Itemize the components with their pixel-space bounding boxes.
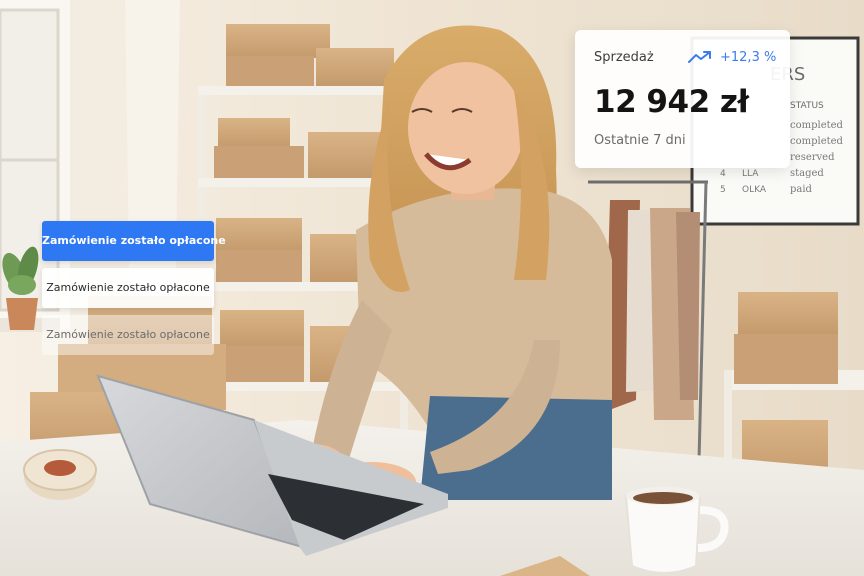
svg-text:STATUS: STATUS xyxy=(790,101,824,111)
notification-order-paid: Zamówienie zostało opłacone xyxy=(42,221,226,261)
svg-text:LLA: LLA xyxy=(742,169,759,179)
svg-text:paid: paid xyxy=(790,184,813,195)
svg-text:completed: completed xyxy=(790,120,844,131)
notification-order-paid: Zamówienie zostało opłacone xyxy=(42,268,214,308)
svg-text:4: 4 xyxy=(720,169,726,179)
sales-summary-card: Sprzedaż +12,3 % 12 942 zł Ostatnie 7 dn… xyxy=(575,30,790,168)
sales-period: Ostatnie 7 dni xyxy=(594,133,686,148)
sales-label: Sprzedaż xyxy=(594,50,654,65)
notification-order-paid: Zamówienie zostało opłacone xyxy=(42,315,214,355)
svg-text:reserved: reserved xyxy=(790,152,835,163)
sales-amount: 12 942 zł xyxy=(594,84,749,120)
svg-text:completed: completed xyxy=(790,136,844,147)
trending-up-icon xyxy=(688,51,711,63)
tape-roll xyxy=(23,449,97,500)
svg-text:OLKA: OLKA xyxy=(742,185,767,195)
svg-text:staged: staged xyxy=(790,168,824,179)
sales-trend-value: +12,3 % xyxy=(720,50,777,65)
svg-text:5: 5 xyxy=(720,185,726,195)
